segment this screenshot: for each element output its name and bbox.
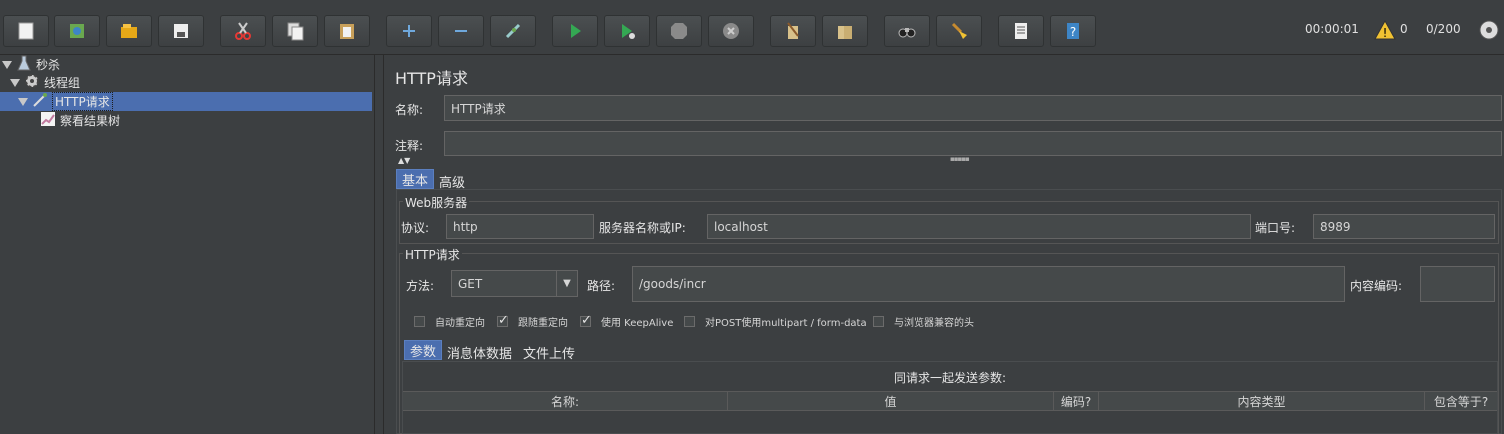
checkbox-box[interactable] — [497, 313, 509, 328]
keepalive-checkbox[interactable]: 使用 KeepAlive — [580, 313, 674, 329]
cut-icon[interactable] — [220, 15, 266, 47]
port-label: 端口号: — [1255, 221, 1296, 235]
web-server-title: Web服务器 — [403, 194, 470, 211]
comment-label: 注释: — [395, 139, 424, 153]
parameters-table-header: 名称: 值 编码? 内容类型 包含等于? — [403, 391, 1497, 411]
method-value: GET — [458, 276, 483, 291]
tree-item-label: 察看结果树 — [60, 114, 121, 128]
tree-item-label: HTTP请求 — [52, 92, 113, 111]
checkbox-label: 自动重定向 — [435, 318, 485, 329]
help-icon[interactable]: ? — [1050, 15, 1096, 47]
http-request-panel: HTTP请求 名称: HTTP请求 注释: ▲▼ ▪▪▪▪▪ 基本 高级 Web… — [384, 55, 1504, 434]
path-label: 路径: — [587, 279, 616, 293]
save-icon[interactable] — [158, 15, 204, 47]
tree-item-label: 线程组 — [44, 76, 81, 90]
server-label: 服务器名称或IP: — [599, 221, 686, 235]
protocol-label: 协议: — [401, 221, 430, 235]
expand-icon[interactable] — [386, 15, 432, 47]
encoding-field[interactable] — [1420, 266, 1495, 302]
search-icon[interactable] — [884, 15, 930, 47]
checkbox-box[interactable] — [684, 316, 695, 327]
shutdown-icon[interactable] — [708, 15, 754, 47]
flask-icon — [16, 55, 32, 74]
protocol-field[interactable]: http — [446, 214, 594, 239]
clear-icon[interactable] — [770, 15, 816, 47]
tree-item-http-request[interactable]: HTTP请求 — [0, 92, 372, 111]
encoding-label: 内容编码: — [1350, 279, 1403, 293]
tree-item-results-tree[interactable]: 察看结果树 — [40, 111, 372, 130]
checkbox-label: 跟随重定向 — [518, 318, 568, 329]
graph-icon — [40, 111, 56, 130]
warning-icon[interactable]: ! — [1374, 19, 1396, 43]
active-threads: 0/200 — [1426, 22, 1461, 36]
name-field[interactable]: HTTP请求 — [444, 95, 1502, 121]
svg-text:?: ? — [1070, 25, 1076, 39]
toggle-icon[interactable] — [490, 15, 536, 47]
tab-file-upload[interactable]: 文件上传 — [518, 342, 580, 362]
checkbox-label: 对POST使用multipart / form-data — [705, 318, 867, 329]
gear-icon — [24, 73, 40, 92]
start-no-pause-icon[interactable] — [604, 15, 650, 47]
comment-field[interactable] — [444, 131, 1502, 156]
parameters-caption: 同请求一起发送参数: — [893, 371, 1007, 385]
reset-search-icon[interactable] — [936, 15, 982, 47]
function-helper-icon[interactable] — [998, 15, 1044, 47]
tab-body-data[interactable]: 消息体数据 — [442, 342, 517, 362]
new-icon[interactable] — [3, 15, 49, 47]
collapse-arrows-icon[interactable]: ▲▼ — [398, 156, 410, 165]
expand-arrow-icon[interactable] — [18, 97, 28, 106]
elapsed-time: 00:00:01 — [1305, 22, 1359, 36]
checkbox-box[interactable] — [873, 316, 884, 327]
copy-icon[interactable] — [272, 15, 318, 47]
split-pane-divider[interactable] — [374, 55, 384, 434]
tree-item-thread-group[interactable]: 线程组 — [10, 73, 372, 92]
tab-basic[interactable]: 基本 — [396, 169, 435, 189]
expand-arrow-icon[interactable] — [10, 78, 20, 87]
port-field[interactable]: 8989 — [1313, 214, 1495, 239]
name-label: 名称: — [395, 103, 424, 117]
method-select[interactable]: GET ▼ — [451, 270, 578, 297]
path-field[interactable]: /goods/incr — [632, 266, 1345, 302]
browser-headers-checkbox[interactable]: 与浏览器兼容的头 — [873, 314, 974, 329]
http-request-title: HTTP请求 — [403, 246, 462, 263]
column-value[interactable]: 值 — [728, 392, 1054, 410]
chevron-down-icon[interactable]: ▼ — [556, 271, 577, 296]
checkbox-label: 与浏览器兼容的头 — [894, 318, 974, 329]
svg-text:!: ! — [1383, 26, 1388, 40]
remote-icon[interactable] — [1478, 19, 1500, 44]
method-label: 方法: — [406, 279, 435, 293]
checkbox-box[interactable] — [414, 316, 425, 327]
checkbox-box[interactable] — [580, 313, 592, 328]
column-encode[interactable]: 编码? — [1054, 392, 1099, 410]
warning-count: 0 — [1400, 22, 1408, 36]
tree-item-label: 秒杀 — [36, 58, 61, 72]
stop-icon[interactable] — [656, 15, 702, 47]
pipette-icon — [32, 92, 48, 111]
toolbar: ? 00:00:01 ! 0 0/200 — [0, 6, 1504, 55]
expand-arrow-icon[interactable] — [2, 60, 12, 69]
column-content-type[interactable]: 内容类型 — [1099, 392, 1425, 410]
templates-icon[interactable] — [54, 15, 100, 47]
start-icon[interactable] — [552, 15, 598, 47]
clear-all-icon[interactable] — [822, 15, 868, 47]
tree-item-test-plan[interactable]: 秒杀 — [2, 55, 372, 74]
checkbox-label: 使用 KeepAlive — [601, 318, 674, 329]
page-title: HTTP请求 — [395, 69, 468, 88]
auto-redirect-checkbox[interactable]: 自动重定向 — [414, 314, 485, 329]
tab-advanced[interactable]: 高级 — [434, 171, 470, 191]
tab-parameters[interactable]: 参数 — [404, 340, 443, 360]
column-name[interactable]: 名称: — [403, 392, 728, 410]
multipart-checkbox[interactable]: 对POST使用multipart / form-data — [684, 314, 867, 329]
test-plan-tree: 秒杀 线程组 HTTP请求 察看结果树 — [0, 55, 374, 434]
column-include-equals[interactable]: 包含等于? — [1425, 392, 1497, 410]
server-field[interactable]: localhost — [707, 214, 1251, 239]
paste-icon[interactable] — [324, 15, 370, 47]
resize-grip-icon[interactable]: ▪▪▪▪▪ — [950, 155, 970, 163]
collapse-icon[interactable] — [438, 15, 484, 47]
open-icon[interactable] — [106, 15, 152, 47]
follow-redirect-checkbox[interactable]: 跟随重定向 — [497, 313, 568, 329]
